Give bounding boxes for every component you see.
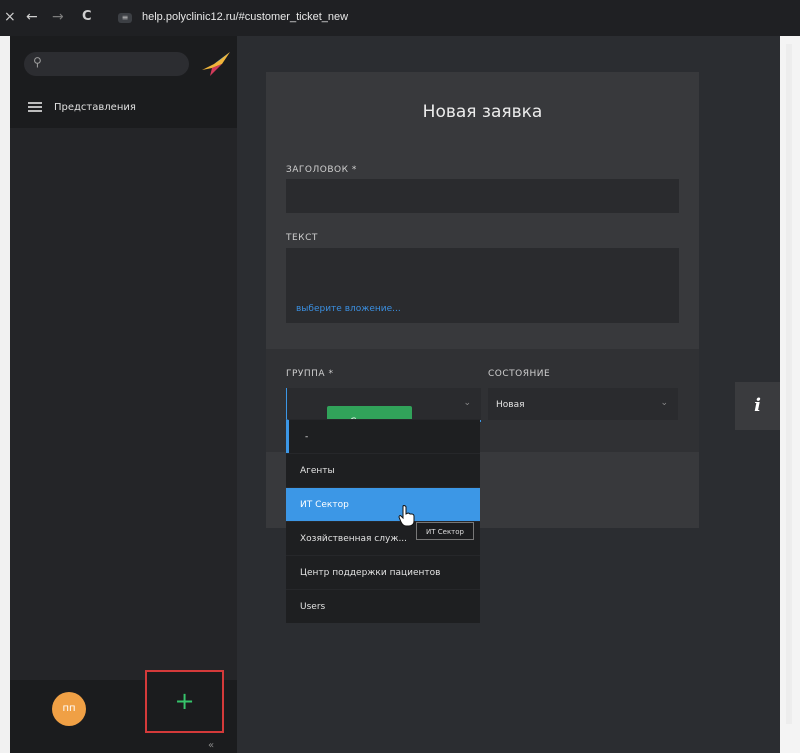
site-info-icon[interactable]: ≡ (118, 13, 132, 23)
close-tab-icon[interactable]: × (4, 9, 16, 25)
dropdown-option[interactable]: - (286, 419, 480, 453)
group-label: ГРУППА * (286, 369, 334, 379)
chevron-down-icon: ⌄ (463, 398, 471, 408)
state-value: Новая (496, 400, 525, 410)
search-icon: ⚲ (33, 55, 42, 69)
state-label: СОСТОЯНИЕ (488, 369, 551, 379)
forward-icon[interactable]: → (52, 9, 64, 25)
sidebar-header: ⚲ Представления (10, 36, 237, 128)
sidebar: ⚲ Представления пп + « (10, 36, 237, 753)
list-icon (28, 100, 42, 114)
search-input[interactable]: ⚲ (24, 52, 189, 76)
modal-title: Новая заявка (422, 102, 543, 122)
text-field-label: ТЕКСТ (286, 233, 318, 243)
sidebar-footer: пп + « (10, 670, 237, 753)
dropdown-option[interactable]: Центр поддержки пациентов (286, 555, 480, 589)
address-bar[interactable]: help.polyclinic12.ru/#customer_ticket_ne… (142, 11, 348, 23)
logo-icon (202, 52, 230, 76)
title-field-label: ЗАГОЛОВОК * (286, 165, 357, 175)
dropdown-option[interactable]: Агенты (286, 453, 480, 487)
state-select[interactable]: Новая ⌄ (488, 388, 678, 420)
group-dropdown-list: - Агенты ИТ Сектор Хозяйственная служ...… (286, 419, 480, 623)
attach-link[interactable]: выберите вложение... (296, 304, 401, 314)
back-icon[interactable]: ← (26, 9, 38, 25)
collapse-sidebar-icon[interactable]: « (208, 740, 214, 751)
dropdown-option-selected[interactable]: ИТ Сектор (286, 487, 480, 521)
hand-cursor-icon (398, 505, 415, 527)
browser-toolbar: × ← → C ≡ help.polyclinic12.ru/#customer… (0, 0, 800, 36)
avatar[interactable]: пп (52, 692, 86, 726)
sidebar-item-label: Представления (54, 102, 136, 113)
reload-icon[interactable]: C (82, 9, 92, 24)
dropdown-option[interactable]: Users (286, 589, 480, 623)
add-button[interactable]: + (145, 670, 224, 733)
page-scrollbar[interactable] (780, 36, 800, 753)
title-field[interactable] (286, 179, 679, 213)
chevron-down-icon: ⌄ (660, 398, 668, 408)
info-button[interactable]: i (735, 382, 780, 430)
background-page-strip (0, 36, 10, 753)
option-tooltip: ИТ Сектор (416, 522, 474, 540)
sidebar-item-views[interactable]: Представления (28, 100, 136, 114)
